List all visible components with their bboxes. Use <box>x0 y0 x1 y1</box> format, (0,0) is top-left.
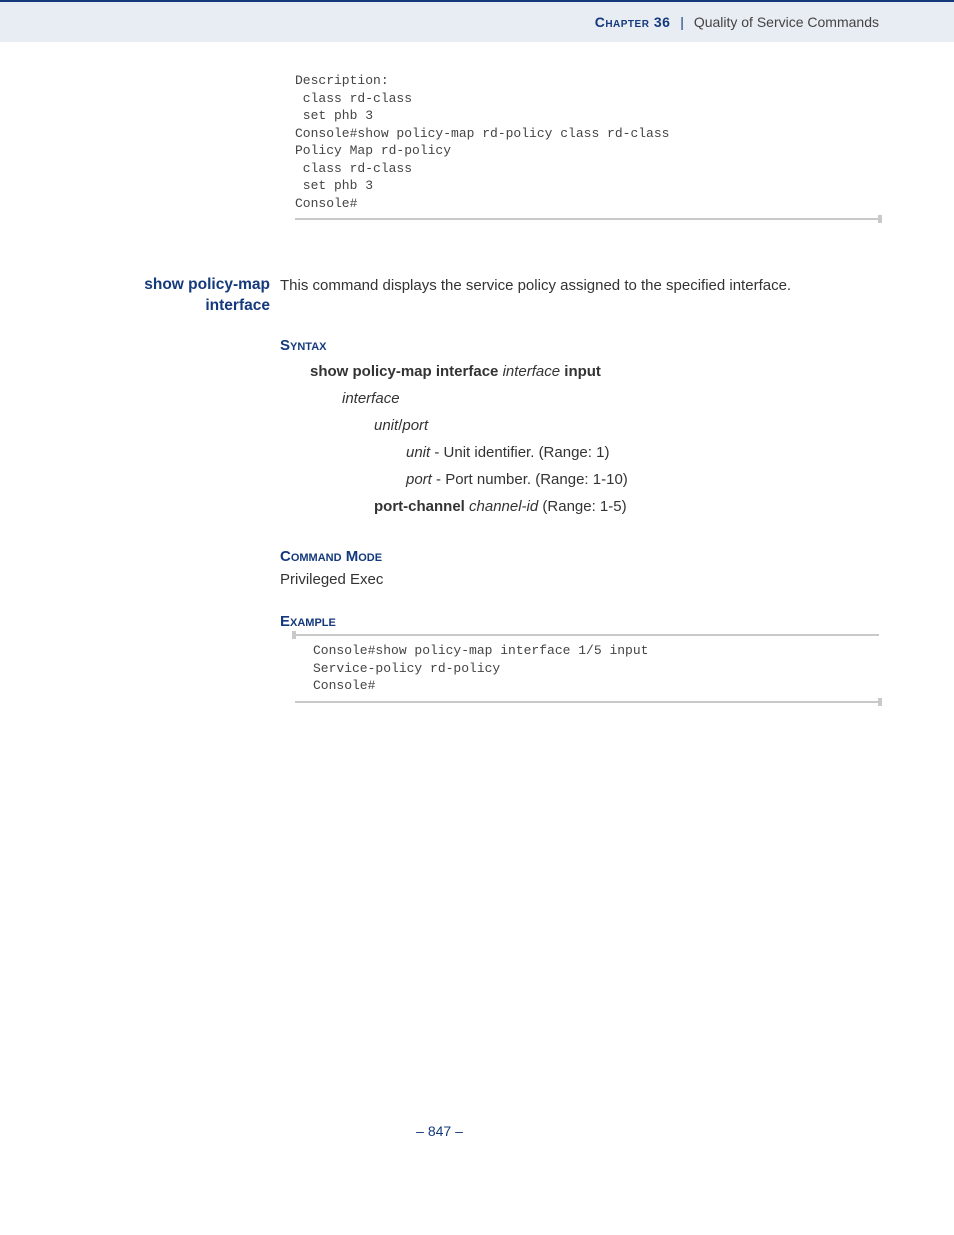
command-mode-text: Privileged Exec <box>280 569 879 591</box>
code-output-block-1: Description: class rd-class set phb 3 Co… <box>295 72 879 220</box>
header-separator: | <box>680 14 684 30</box>
page-header: Chapter 36 | Quality of Service Commands <box>0 0 954 42</box>
example-heading: Example <box>280 613 879 630</box>
command-mode-heading: Command Mode <box>280 548 879 565</box>
header-title: Quality of Service Commands <box>694 14 879 30</box>
syntax-port-channel: port-channel channel-id (Range: 1-5) <box>374 493 879 520</box>
command-name: show policy-map interface <box>0 275 280 317</box>
command-description: This command displays the service policy… <box>280 275 791 297</box>
syntax-unit-port: unit/port <box>374 412 879 439</box>
page-body: Description: class rd-class set phb 3 Co… <box>0 42 954 1169</box>
syntax-interface: interface <box>342 385 879 412</box>
syntax-command-line: show policy-map interface interface inpu… <box>310 358 879 385</box>
syntax-port-desc: port - Port number. (Range: 1-10) <box>406 466 879 493</box>
syntax-unit-desc: unit - Unit identifier. (Range: 1) <box>406 439 879 466</box>
chapter-label: Chapter 36 <box>595 14 671 30</box>
code-output-block-2: Console#show policy-map interface 1/5 in… <box>295 634 879 703</box>
page-number: – 847 – <box>0 1123 879 1169</box>
syntax-heading: Syntax <box>280 337 879 354</box>
command-section: show policy-map interface This command d… <box>0 275 879 317</box>
